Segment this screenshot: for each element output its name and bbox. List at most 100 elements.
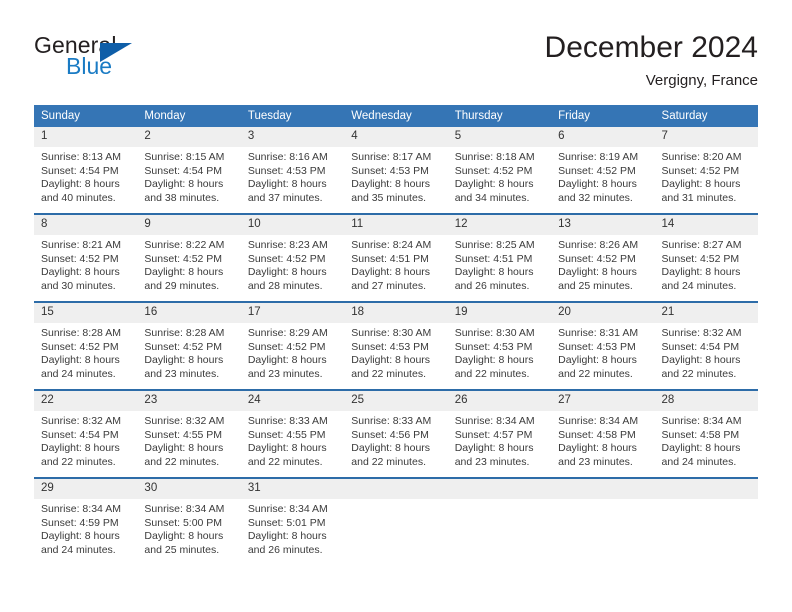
day-number: 7 — [654, 127, 758, 147]
calendar-day-cell[interactable]: 22 Sunrise: 8:32 AM Sunset: 4:54 PM Dayligh… — [34, 389, 138, 478]
day-sun-info: Sunrise: 8:32 AM Sunset: 4:55 PM Daylight:… — [137, 411, 240, 469]
day-number: 24 — [240, 391, 345, 411]
daylight-duration-line2: and 22 minutes. — [454, 367, 530, 380]
day-cell-body: 1 Sunrise: 8:13 AM Sunset: 4:54 PM Daylight… — [34, 127, 138, 213]
calendar-day-cell[interactable]: 14 Sunrise: 8:27 AM Sunset: 4:52 PM Dayligh… — [654, 213, 758, 302]
calendar-day-cell[interactable]: 19 Sunrise: 8:30 AM Sunset: 4:53 PM Dayligh… — [447, 301, 552, 390]
daylight-duration-line2: and 28 minutes. — [247, 279, 323, 292]
general-blue-logo[interactable]: General Blue — [34, 32, 224, 92]
calendar-day-cell[interactable]: 1 Sunrise: 8:13 AM Sunset: 4:54 PM Daylight… — [34, 127, 138, 214]
sunset-time: Sunset: 4:52 PM — [454, 164, 533, 177]
day-cell-body: 9 Sunrise: 8:22 AM Sunset: 4:52 PM Daylight… — [137, 215, 241, 301]
day-number — [551, 479, 655, 499]
day-sun-info: Sunrise: 8:30 AM Sunset: 4:53 PM Daylight:… — [344, 323, 447, 381]
calendar-day-cell[interactable]: 17 Sunrise: 8:29 AM Sunset: 4:52 PM Dayligh… — [240, 301, 345, 390]
calendar-day-cell[interactable]: 6 Sunrise: 8:19 AM Sunset: 4:52 PM Daylight… — [551, 127, 655, 214]
day-cell-body: 21 Sunrise: 8:32 AM Sunset: 4:54 PM Dayligh… — [654, 303, 758, 389]
calendar-day-cell[interactable]: 30 Sunrise: 8:34 AM Sunset: 5:00 PM Dayligh… — [137, 477, 241, 565]
calendar-day-cell[interactable]: 13 Sunrise: 8:26 AM Sunset: 4:52 PM Dayligh… — [551, 213, 655, 302]
calendar-day-cell[interactable]: 27 Sunrise: 8:34 AM Sunset: 4:58 PM Dayligh… — [551, 389, 655, 478]
calendar-day-cell[interactable]: 3 Sunrise: 8:16 AM Sunset: 4:53 PM Daylight… — [240, 127, 345, 214]
sunset-time: Sunset: 4:52 PM — [144, 340, 223, 353]
day-cell-body: 18 Sunrise: 8:30 AM Sunset: 4:53 PM Dayligh… — [344, 303, 448, 389]
day-cell-body: 13 Sunrise: 8:26 AM Sunset: 4:52 PM Dayligh… — [551, 215, 655, 301]
daylight-duration-line1: Daylight: 8 hours — [454, 266, 534, 279]
day-sun-info: Sunrise: 8:32 AM Sunset: 4:54 PM Daylight:… — [34, 411, 137, 469]
day-cell-body: 26 Sunrise: 8:34 AM Sunset: 4:57 PM Dayligh… — [447, 391, 552, 477]
daylight-duration-line1: Daylight: 8 hours — [144, 354, 224, 367]
sunset-time: Sunset: 5:00 PM — [144, 516, 223, 529]
calendar-day-cell[interactable]: 24 Sunrise: 8:33 AM Sunset: 4:55 PM Dayligh… — [240, 389, 345, 478]
sunset-time: Sunset: 4:59 PM — [41, 516, 119, 529]
day-number: 27 — [551, 391, 655, 411]
daylight-duration-line1: Daylight: 8 hours — [41, 530, 120, 543]
daylight-duration-line2: and 23 minutes. — [144, 367, 220, 380]
daylight-duration-line1: Daylight: 8 hours — [558, 354, 637, 367]
calendar-day-cell[interactable]: 10 Sunrise: 8:23 AM Sunset: 4:52 PM Dayligh… — [240, 213, 345, 302]
sunset-time: Sunset: 4:52 PM — [144, 252, 223, 265]
day-number: 20 — [551, 303, 655, 323]
sunrise-time: Sunrise: 8:34 AM — [41, 503, 121, 515]
calendar-day-cell[interactable]: 5 Sunrise: 8:18 AM Sunset: 4:52 PM Daylight… — [447, 127, 552, 214]
day-number: 26 — [447, 391, 552, 411]
sunset-time: Sunset: 4:54 PM — [144, 164, 223, 177]
daylight-duration-line1: Daylight: 8 hours — [144, 442, 224, 455]
calendar-day-cell[interactable]: 26 Sunrise: 8:34 AM Sunset: 4:57 PM Dayligh… — [447, 389, 552, 478]
calendar-day-cell[interactable]: 23 Sunrise: 8:32 AM Sunset: 4:55 PM Dayligh… — [137, 389, 241, 478]
daylight-duration-line1: Daylight: 8 hours — [351, 354, 431, 367]
calendar-empty-cell — [654, 477, 758, 565]
day-cell-body: 11 Sunrise: 8:24 AM Sunset: 4:51 PM Dayligh… — [344, 215, 448, 301]
calendar-day-cell[interactable]: 7 Sunrise: 8:20 AM Sunset: 4:52 PM Daylight… — [654, 127, 758, 214]
daylight-duration-line2: and 24 minutes. — [41, 543, 116, 556]
calendar-day-cell[interactable]: 31 Sunrise: 8:34 AM Sunset: 5:01 PM Dayligh… — [240, 477, 345, 565]
day-sun-info: Sunrise: 8:28 AM Sunset: 4:52 PM Daylight:… — [137, 323, 240, 381]
calendar-day-cell[interactable]: 8 Sunrise: 8:21 AM Sunset: 4:52 PM Daylight… — [34, 213, 138, 302]
calendar-day-cell[interactable]: 12 Sunrise: 8:25 AM Sunset: 4:51 PM Dayligh… — [447, 213, 552, 302]
day-cell-body: 6 Sunrise: 8:19 AM Sunset: 4:52 PM Daylight… — [551, 127, 655, 213]
daylight-duration-line2: and 31 minutes. — [661, 191, 737, 204]
calendar-day-cell[interactable]: 2 Sunrise: 8:15 AM Sunset: 4:54 PM Daylight… — [137, 127, 241, 214]
sunrise-time: Sunrise: 8:21 AM — [41, 239, 121, 251]
sunset-time: Sunset: 4:52 PM — [41, 252, 119, 265]
sunrise-time: Sunrise: 8:23 AM — [247, 239, 328, 251]
sunset-time: Sunset: 4:52 PM — [41, 340, 119, 353]
day-number: 15 — [34, 303, 138, 323]
sunrise-time: Sunrise: 8:13 AM — [41, 151, 121, 163]
day-cell-body: 25 Sunrise: 8:33 AM Sunset: 4:56 PM Dayligh… — [344, 391, 448, 477]
page-title: December 2024 — [544, 31, 758, 64]
calendar-day-cell[interactable]: 16 Sunrise: 8:28 AM Sunset: 4:52 PM Dayligh… — [137, 301, 241, 390]
calendar-day-cell[interactable]: 29 Sunrise: 8:34 AM Sunset: 4:59 PM Dayligh… — [34, 477, 138, 565]
day-sun-info: Sunrise: 8:34 AM Sunset: 5:01 PM Daylight:… — [241, 499, 344, 557]
sunset-time: Sunset: 4:53 PM — [247, 164, 326, 177]
calendar-day-cell[interactable]: 18 Sunrise: 8:30 AM Sunset: 4:53 PM Dayligh… — [344, 301, 448, 390]
sunrise-time: Sunrise: 8:18 AM — [454, 151, 535, 163]
day-sun-info: Sunrise: 8:27 AM Sunset: 4:52 PM Daylight:… — [655, 235, 758, 293]
day-number: 1 — [34, 127, 138, 147]
calendar-day-cell[interactable]: 25 Sunrise: 8:33 AM Sunset: 4:56 PM Dayligh… — [344, 389, 448, 478]
day-sun-info: Sunrise: 8:34 AM Sunset: 4:57 PM Daylight:… — [448, 411, 551, 469]
sunrise-time: Sunrise: 8:34 AM — [454, 415, 535, 427]
calendar-day-cell[interactable]: 15 Sunrise: 8:28 AM Sunset: 4:52 PM Dayligh… — [34, 301, 138, 390]
daylight-duration-line1: Daylight: 8 hours — [661, 178, 741, 191]
sunrise-time: Sunrise: 8:34 AM — [661, 415, 742, 427]
sunset-time: Sunset: 4:54 PM — [41, 428, 119, 441]
calendar-day-cell[interactable]: 21 Sunrise: 8:32 AM Sunset: 4:54 PM Dayligh… — [654, 301, 758, 390]
calendar-day-cell[interactable]: 4 Sunrise: 8:17 AM Sunset: 4:53 PM Daylight… — [344, 127, 448, 214]
daylight-duration-line2: and 22 minutes. — [351, 367, 426, 380]
day-number: 22 — [34, 391, 138, 411]
sunrise-time: Sunrise: 8:22 AM — [144, 239, 225, 251]
calendar-day-cell[interactable]: 20 Sunrise: 8:31 AM Sunset: 4:53 PM Dayligh… — [551, 301, 655, 390]
daylight-duration-line2: and 26 minutes. — [454, 279, 530, 292]
sunrise-time: Sunrise: 8:17 AM — [351, 151, 432, 163]
sunrise-time: Sunrise: 8:29 AM — [247, 327, 328, 339]
calendar-day-cell[interactable]: 11 Sunrise: 8:24 AM Sunset: 4:51 PM Dayligh… — [344, 213, 448, 302]
sunrise-time: Sunrise: 8:27 AM — [661, 239, 742, 251]
calendar-day-cell[interactable]: 28 Sunrise: 8:34 AM Sunset: 4:58 PM Dayligh… — [654, 389, 758, 478]
day-number: 17 — [240, 303, 345, 323]
calendar-week-row: 22 Sunrise: 8:32 AM Sunset: 4:54 PM Dayligh… — [34, 389, 758, 478]
sunrise-time: Sunrise: 8:30 AM — [351, 327, 432, 339]
day-cell-body: 24 Sunrise: 8:33 AM Sunset: 4:55 PM Dayligh… — [240, 391, 345, 477]
calendar-empty-cell — [447, 477, 552, 565]
calendar-day-cell[interactable]: 9 Sunrise: 8:22 AM Sunset: 4:52 PM Daylight… — [137, 213, 241, 302]
day-sun-info: Sunrise: 8:23 AM Sunset: 4:52 PM Daylight:… — [241, 235, 344, 293]
